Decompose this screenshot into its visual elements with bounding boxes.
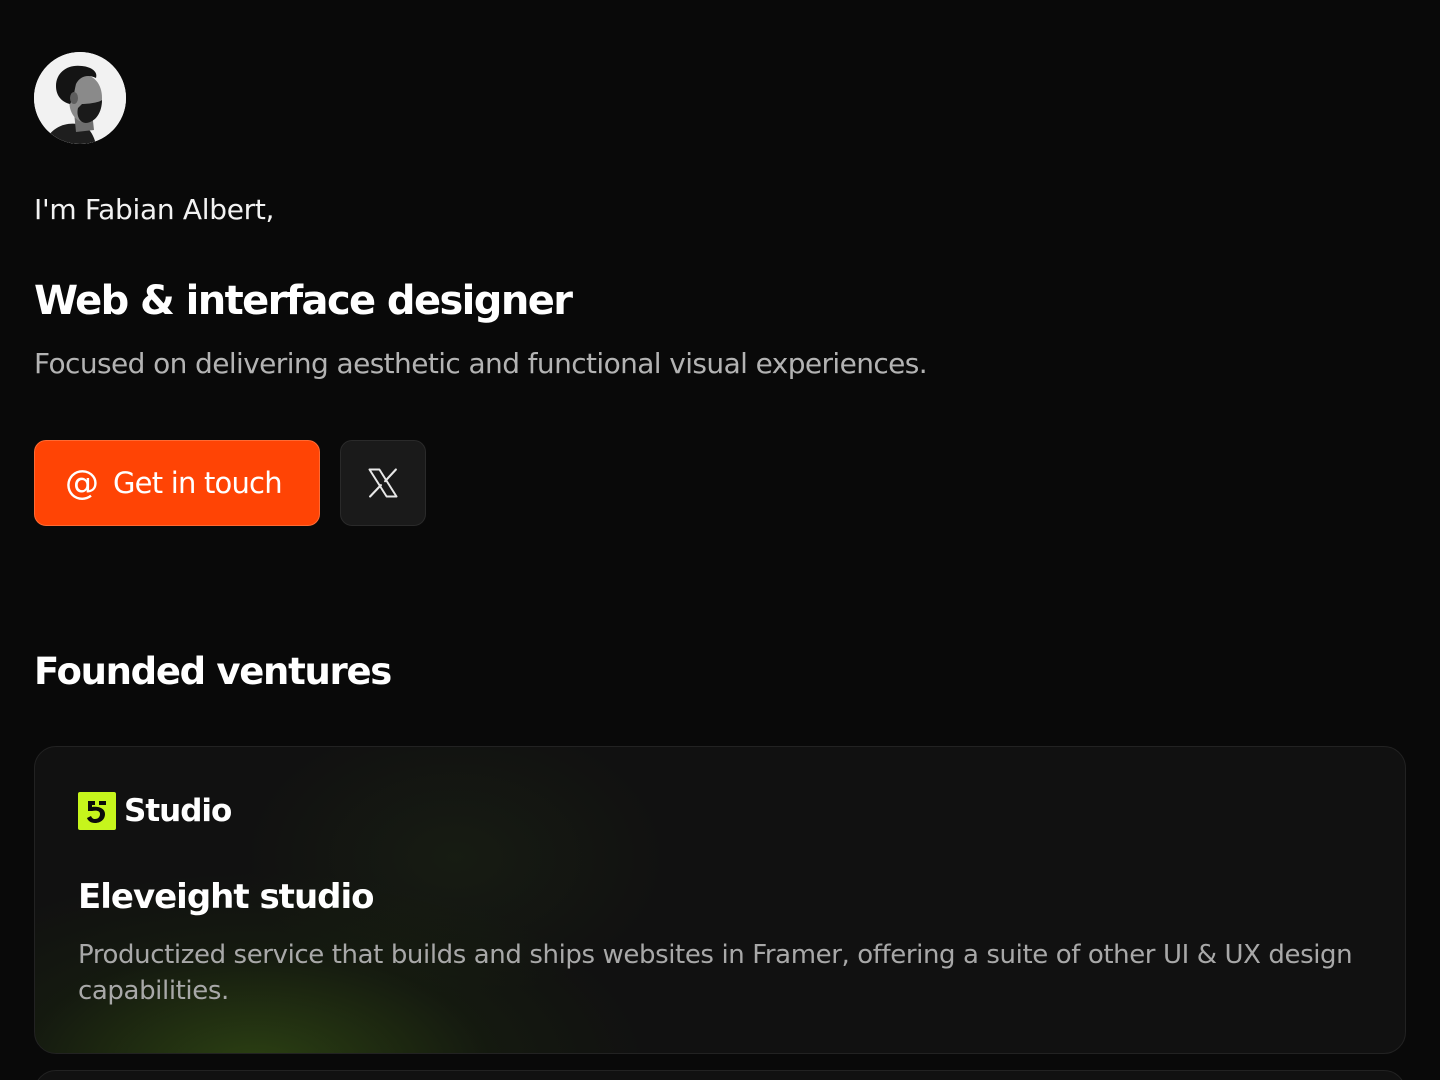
avatar bbox=[34, 52, 126, 144]
get-in-touch-button[interactable]: @ Get in touch bbox=[34, 440, 320, 526]
eleveight-logo-icon bbox=[78, 792, 116, 830]
get-in-touch-label: Get in touch bbox=[113, 466, 283, 500]
venture-card-next[interactable] bbox=[34, 1070, 1406, 1080]
x-social-button[interactable] bbox=[340, 440, 426, 526]
portfolio-page: I'm Fabian Albert, Web & interface desig… bbox=[0, 0, 1440, 1080]
venture-description: Productized service that builds and ship… bbox=[78, 940, 1353, 1006]
founded-ventures-heading: Founded ventures bbox=[34, 650, 392, 693]
tagline-text: Focused on delivering aesthetic and func… bbox=[34, 347, 928, 380]
venture-brand: Studio bbox=[78, 792, 232, 830]
avatar-portrait-icon bbox=[34, 52, 126, 144]
at-sign-icon: @ bbox=[65, 463, 99, 503]
venture-title: Eleveight studio bbox=[78, 877, 374, 917]
x-logo-icon bbox=[368, 468, 398, 498]
intro-text: I'm Fabian Albert, bbox=[34, 193, 275, 226]
venture-brand-name: Studio bbox=[124, 793, 232, 829]
role-heading: Web & interface designer bbox=[34, 278, 573, 324]
venture-card[interactable]: Studio Eleveight studio Productized serv… bbox=[34, 746, 1406, 1054]
